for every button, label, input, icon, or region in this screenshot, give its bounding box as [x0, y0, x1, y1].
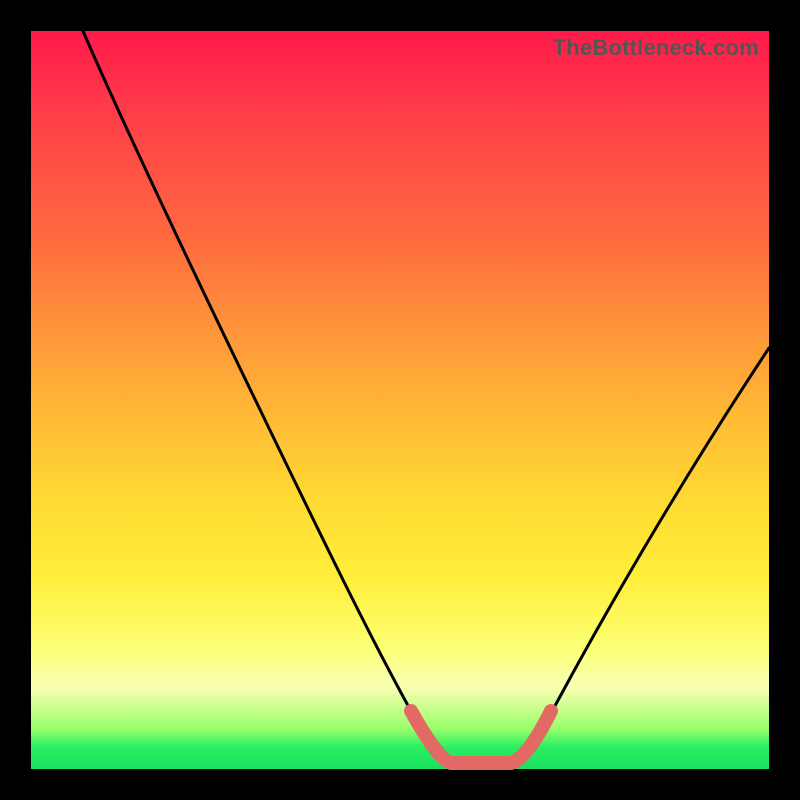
chart-frame: TheBottleneck.com	[0, 0, 800, 800]
plot-area: TheBottleneck.com	[31, 31, 769, 769]
red-valley-overlay	[411, 711, 551, 763]
black-curve	[83, 31, 769, 763]
curve-layer	[31, 31, 769, 769]
